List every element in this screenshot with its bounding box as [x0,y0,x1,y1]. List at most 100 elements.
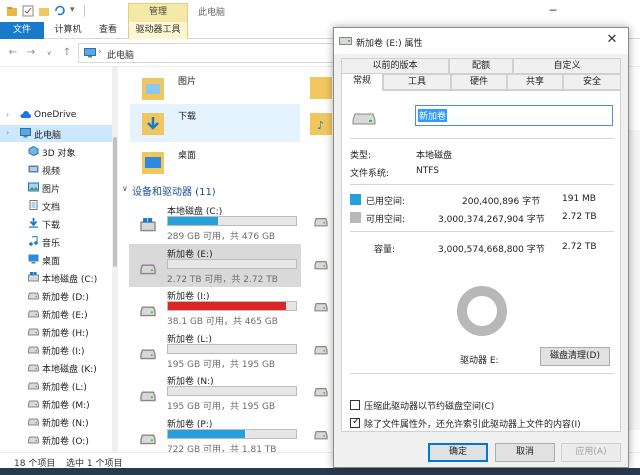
sidebar-item[interactable]: 3D 对象 [0,143,112,160]
ribbon-tab-computer[interactable]: 计算机 [48,22,88,39]
properties-quick-icon[interactable] [22,5,34,17]
compress-drive-checkbox[interactable] [350,400,360,410]
drive-tile[interactable]: 新加卷 (N:) 195 GB 可用，共 195 GB [129,371,301,414]
sidebar-item-label: 下载 [42,221,61,231]
new-folder-quick-icon[interactable] [38,5,50,17]
apply-button[interactable]: 应用(A) [561,443,621,462]
ribbon-tab-file[interactable]: 文件 [0,22,44,39]
folder-label: 下载 [178,112,197,122]
minimize-icon[interactable]: ─ [540,2,566,20]
drive-icon[interactable] [310,300,332,314]
capacity-label: 容量: [374,245,396,255]
folder-downloads[interactable]: 下载 [130,104,300,142]
tab-quota[interactable]: 配额 [449,58,513,74]
drive-icon[interactable] [310,428,332,442]
drive-usage-fill [168,302,286,310]
video-folder-icon[interactable] [310,73,332,101]
sidebar-item[interactable]: 视频 [0,161,112,178]
svg-text:♪: ♪ [317,119,324,132]
download-folder-icon [142,113,164,135]
back-icon[interactable]: ← [6,45,20,61]
sidebar-item-label: 新加卷 (O:) [42,437,89,447]
sidebar-item[interactable]: 新加卷 (O:) [0,431,112,448]
index-contents-label[interactable]: 除了文件属性外，还允许索引此驱动器上文件的内容(I) [364,417,581,430]
drive-tile[interactable]: 新加卷 (I:) 38.1 GB 可用，共 465 GB [129,286,301,329]
disk-cleanup-button[interactable]: 磁盘清理(D) [540,347,610,366]
tab-tools[interactable]: 工具 [383,74,451,90]
sidebar-item[interactable]: 本地磁盘 (K:) [0,359,112,376]
drive-icon [28,398,39,408]
ok-button[interactable]: 确定 [428,443,488,462]
sidebar-item[interactable]: 新加卷 (M:) [0,395,112,412]
document-icon [28,200,39,210]
sidebar-item[interactable]: 新加卷 (D:) [0,287,112,304]
navigation-scrollbar-thumb[interactable] [113,137,117,267]
sidebar-item[interactable]: 图片 [0,179,112,196]
tab-customize[interactable]: 自定义 [513,58,621,74]
sidebar-item[interactable]: 新加卷 (I:) [0,341,112,358]
sidebar-item-label: 新加卷 (D:) [42,293,89,303]
folder-pictures[interactable]: 图片 [130,69,300,107]
drive-icon[interactable] [310,215,332,229]
ribbon-tab-view[interactable]: 查看 [90,22,126,39]
sidebar-item[interactable]: 桌面 [0,251,112,268]
tab-previous-versions[interactable]: 以前的版本 [341,58,449,74]
divider [350,373,614,374]
ribbon-tab-drive-tools[interactable]: 驱动器工具 [128,22,188,39]
sidebar-item[interactable]: 新加卷 (E:) [0,305,112,322]
sidebar-item[interactable]: 本地磁盘 (C:) [0,269,112,286]
folder-label: 图片 [178,77,197,87]
recent-locations-icon[interactable]: ∨ [42,45,56,61]
folder-desktop[interactable]: 桌面 [130,143,300,181]
sidebar-item-label: 新加卷 (H:) [42,329,89,339]
drive-icon[interactable] [310,343,332,357]
forward-icon[interactable]: → [24,45,38,61]
general-tab-panel: 新加卷 类型: 本地磁盘 文件系统: NTFS 已用空间: 200,400,89… [341,90,621,432]
compress-drive-label[interactable]: 压缩此驱动器以节约磁盘空间(C) [364,399,494,412]
drive-free-space: 195 GB 可用，共 195 GB [167,359,276,370]
quick-access-dropdown-icon[interactable]: ▾ [70,5,82,17]
sidebar-item-label: 新加卷 (E:) [42,311,88,321]
breadcrumb-path[interactable]: 此电脑 [107,48,134,61]
sidebar-item[interactable]: 下载 [0,215,112,232]
cancel-button[interactable]: 取消 [495,443,555,462]
up-icon[interactable]: ↑ [60,45,74,61]
drive-tile[interactable]: 新加卷 (L:) 195 GB 可用，共 195 GB [129,329,301,372]
sidebar-item[interactable]: 音乐 [0,233,112,250]
drive-icon[interactable] [310,385,332,399]
tab-sharing[interactable]: 共享 [507,74,563,90]
devices-group-header[interactable]: 设备和驱动器 (11) [132,183,216,198]
tab-general[interactable]: 常规 [341,73,383,91]
volume-name-input[interactable]: 新加卷 [415,105,613,126]
expand-chevron-icon[interactable]: › [6,110,9,119]
tab-hardware[interactable]: 硬件 [451,74,507,90]
dialog-titlebar: 新加卷 (E:) 属性 ✕ [334,28,628,54]
sidebar-item[interactable]: › OneDrive [0,107,112,124]
tab-security[interactable]: 安全 [563,74,621,90]
drive-tile[interactable]: 新加卷 (P:) 722 GB 可用，共 1.81 TB [129,414,301,457]
explorer-titlebar: ▾ 管理 此电脑 ─ [0,0,640,22]
item-count: 18 个项目 [14,459,56,468]
address-input[interactable]: › 此电脑 [78,43,338,63]
index-contents-checkbox[interactable]: ✓ [350,416,360,428]
music-folder-icon[interactable]: ♪ [310,109,332,137]
expand-chevron-icon[interactable]: › [6,128,9,137]
close-icon[interactable]: ✕ [604,32,620,48]
drive-icon[interactable] [310,258,332,272]
sidebar-item[interactable]: › 此电脑 [0,125,112,142]
explorer-window-title: 此电脑 [198,8,226,18]
sidebar-item[interactable]: 文档 [0,197,112,214]
drive-tile[interactable]: 新加卷 (E:) 2.72 TB 可用，共 2.72 TB [129,243,301,287]
undo-quick-icon[interactable] [54,5,66,17]
drive-tile[interactable]: 本地磁盘 (C:) 289 GB 可用，共 476 GB [129,201,301,244]
sidebar-item[interactable]: 新加卷 (L:) [0,377,112,394]
used-space-label: 已用空间: [366,197,406,207]
navigation-scrollbar[interactable] [112,67,118,452]
drive-icon [28,416,39,426]
group-collapse-chevron-icon[interactable]: ∨ [122,184,128,193]
navigation-pane: › OneDrive › 此电脑 3D 对象 视频 图片 文档下载音乐 桌面 本地磁盘 (C:) 新… [0,67,118,465]
selection-count: 选中 1 个项目 [66,459,123,468]
onedrive-icon [20,110,31,120]
sidebar-item[interactable]: 新加卷 (H:) [0,323,112,340]
sidebar-item[interactable]: 新加卷 (N:) [0,413,112,430]
